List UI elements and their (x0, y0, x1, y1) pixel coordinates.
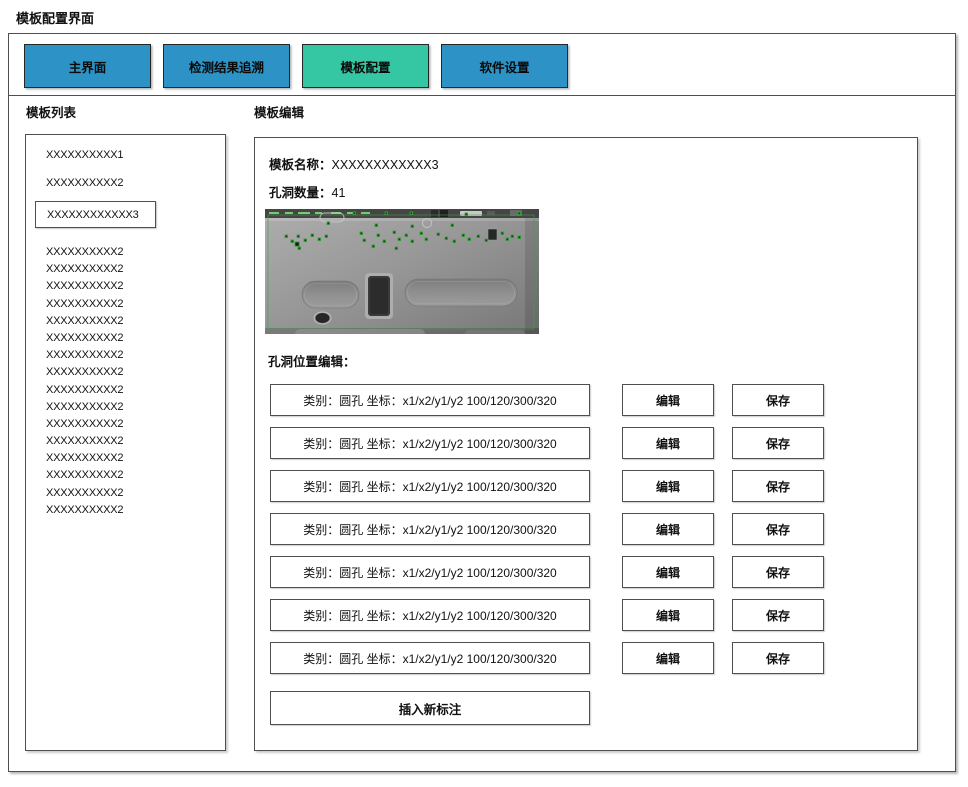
template-name-label: 模板名称： (269, 158, 332, 172)
template-list-item[interactable]: XXXXXXXXXX2 (46, 244, 123, 261)
save-button[interactable]: 保存 (732, 513, 824, 545)
template-list-item[interactable]: XXXXXXXXXX2 (46, 502, 123, 519)
save-button[interactable]: 保存 (732, 642, 824, 674)
selected-item-label: XXXXXXXXXXXX3 (47, 209, 139, 221)
hole-info-field[interactable]: 类别：圆孔 坐标：x1/x2/y1/y2 100/120/300/320 (270, 599, 590, 631)
edit-button[interactable]: 编辑 (622, 599, 714, 631)
save-button[interactable]: 保存 (732, 599, 824, 631)
metal-panel (265, 209, 539, 334)
tab-button[interactable]: 检测结果追溯 (163, 44, 290, 88)
hole-info-field[interactable]: 类别：圆孔 坐标：x1/x2/y1/y2 100/120/300/320 (270, 427, 590, 459)
template-editor-panel: 模板名称：XXXXXXXXXXXX3 孔洞数量：41 (254, 137, 918, 751)
template-list-item[interactable]: XXXXXXXXXX2 (46, 467, 123, 484)
tabbar-divider (9, 95, 955, 96)
tab-button[interactable]: 主界面 (24, 44, 151, 88)
template-list-item[interactable]: XXXXXXXXXX2 (46, 278, 123, 295)
hole-position-edit-label: 孔洞位置编辑： (268, 351, 356, 370)
save-button[interactable]: 保存 (732, 556, 824, 588)
hole-info-field[interactable]: 类别：圆孔 坐标：x1/x2/y1/y2 100/120/300/320 (270, 642, 590, 674)
hole-info-field[interactable]: 类别：圆孔 坐标：x1/x2/y1/y2 100/120/300/320 (270, 513, 590, 545)
tab-button[interactable]: 软件设置 (441, 44, 568, 88)
hole-count-row: 孔洞数量：41 (269, 182, 345, 201)
panel-top-strip (265, 209, 539, 222)
template-list-item[interactable]: XXXXXXXXXX2 (46, 364, 123, 381)
template-list-panel: XXXXXXXXXX1 XXXXXXXXXX2 XXXXXXXXXXXX3 XX… (25, 134, 226, 751)
save-button[interactable]: 保存 (732, 427, 824, 459)
template-list-title: 模板列表 (26, 102, 76, 121)
template-list-item[interactable]: XXXXXXXXXX1 (46, 149, 123, 161)
template-preview-image (265, 209, 539, 334)
hole-row: 类别：圆孔 坐标：x1/x2/y1/y2 100/120/300/320 编辑 … (270, 470, 824, 502)
hole-row: 类别：圆孔 坐标：x1/x2/y1/y2 100/120/300/320 编辑 … (270, 513, 824, 545)
edit-button[interactable]: 编辑 (622, 470, 714, 502)
template-list-item[interactable]: XXXXXXXXXX2 (46, 313, 123, 330)
template-list-item[interactable]: XXXXXXXXXX2 (46, 382, 123, 399)
template-list-item[interactable]: XXXXXXXXXX2 (46, 296, 123, 313)
template-name-value: XXXXXXXXXXXX3 (332, 158, 439, 172)
edit-button[interactable]: 编辑 (622, 513, 714, 545)
hole-count-label: 孔洞数量： (269, 186, 332, 200)
template-list-item[interactable]: XXXXXXXXXX2 (46, 330, 123, 347)
oval-hole (314, 312, 331, 324)
main-window: 主界面 检测结果追溯 模板配置 软件设置 模板列表 模板编辑 XXXXXXXXX… (8, 33, 956, 772)
insert-annotation-button[interactable]: 插入新标注 (270, 691, 590, 725)
edit-button[interactable]: 编辑 (622, 384, 714, 416)
hole-info-field[interactable]: 类别：圆孔 坐标：x1/x2/y1/y2 100/120/300/320 (270, 556, 590, 588)
center-cutout (365, 273, 393, 319)
recess-left (302, 281, 359, 308)
template-list-item[interactable]: XXXXXXXXXX2 (46, 450, 123, 467)
edit-button[interactable]: 编辑 (622, 427, 714, 459)
edit-button[interactable]: 编辑 (622, 642, 714, 674)
hole-info-field[interactable]: 类别：圆孔 坐标：x1/x2/y1/y2 100/120/300/320 (270, 384, 590, 416)
template-list-item[interactable]: XXXXXXXXXX2 (46, 433, 123, 450)
hole-row: 类别：圆孔 坐标：x1/x2/y1/y2 100/120/300/320 编辑 … (270, 427, 824, 459)
save-button[interactable]: 保存 (732, 470, 824, 502)
template-editor-title: 模板编辑 (254, 102, 304, 121)
hole-count-value: 41 (332, 186, 346, 200)
hole-info-field[interactable]: 类别：圆孔 坐标：x1/x2/y1/y2 100/120/300/320 (270, 470, 590, 502)
tab-button[interactable]: 模板配置 (302, 44, 429, 88)
hole-row: 类别：圆孔 坐标：x1/x2/y1/y2 100/120/300/320 编辑 … (270, 642, 824, 674)
template-list-item[interactable]: XXXXXXXXXX2 (46, 485, 123, 502)
template-list-item[interactable]: XXXXXXXXXX2 (46, 399, 123, 416)
template-name-row: 模板名称：XXXXXXXXXXXX3 (269, 154, 439, 173)
page-title: 模板配置界面 (16, 8, 94, 27)
save-button[interactable]: 保存 (732, 384, 824, 416)
hole-row: 类别：圆孔 坐标：x1/x2/y1/y2 100/120/300/320 编辑 … (270, 384, 824, 416)
recess-right (405, 279, 517, 306)
tab-bar: 主界面 检测结果追溯 模板配置 软件设置 (24, 44, 568, 88)
template-list-item[interactable]: XXXXXXXXXX2 (46, 177, 123, 189)
hole-row: 类别：圆孔 坐标：x1/x2/y1/y2 100/120/300/320 编辑 … (270, 599, 824, 631)
template-list-items: XXXXXXXXXX2 XXXXXXXXXX2 XXXXXXXXXX2 XXXX… (46, 244, 123, 519)
template-list-item[interactable]: XXXXXXXXXX2 (46, 347, 123, 364)
edit-button[interactable]: 编辑 (622, 556, 714, 588)
template-list-item[interactable]: XXXXXXXXXX2 (46, 416, 123, 433)
template-list-item[interactable]: XXXXXXXXXX2 (46, 261, 123, 278)
hole-rows: 类别：圆孔 坐标：x1/x2/y1/y2 100/120/300/320 编辑 … (270, 384, 824, 674)
hole-row: 类别：圆孔 坐标：x1/x2/y1/y2 100/120/300/320 编辑 … (270, 556, 824, 588)
template-list-item-selected[interactable]: XXXXXXXXXXXX3 (35, 201, 156, 228)
